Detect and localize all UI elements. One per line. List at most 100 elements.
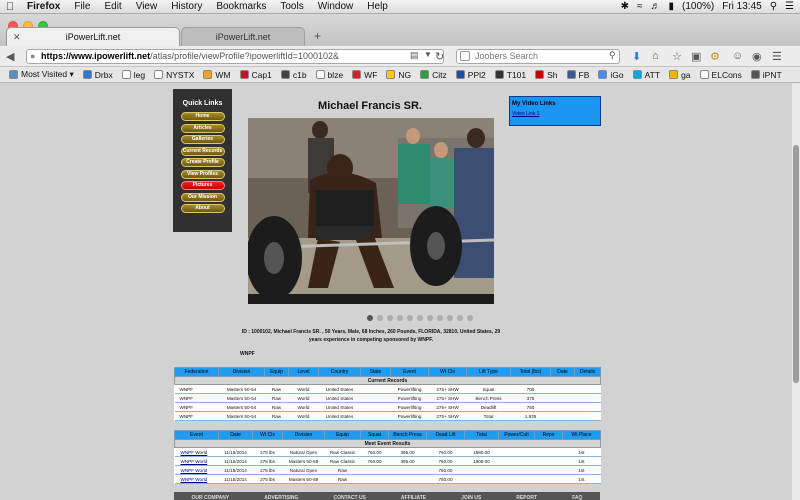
quick-link-button[interactable]: Articles	[180, 123, 225, 133]
quick-link-button[interactable]: Pictures	[180, 181, 225, 190]
column-header[interactable]: Details	[574, 367, 601, 377]
bookmark-item[interactable]: iGo	[598, 70, 624, 80]
menu-bookmarks[interactable]: Bookmarks	[209, 1, 273, 12]
bookmark-star-icon[interactable]: ☆	[672, 50, 682, 63]
column-header[interactable]: Total (lbs)	[510, 367, 551, 377]
event-link[interactable]: WNPF World	[174, 474, 219, 484]
column-header[interactable]: Division	[218, 367, 265, 377]
vertical-scrollbar[interactable]	[792, 83, 800, 500]
spotlight-icon[interactable]: ⚲	[770, 1, 777, 12]
apple-icon[interactable]: 	[0, 1, 20, 13]
footer-link[interactable]: ADVERTISING	[264, 495, 298, 500]
column-header[interactable]: Wt Place	[562, 430, 601, 440]
footer-link[interactable]: FAQ	[572, 495, 582, 500]
pocket-icon[interactable]: ◉	[752, 50, 762, 63]
bookmark-item[interactable]: PPl2	[455, 70, 486, 80]
menu-help[interactable]: Help	[360, 1, 395, 12]
back-icon[interactable]: ◀	[6, 50, 14, 63]
column-header[interactable]: Dead Lift	[426, 430, 465, 440]
event-link[interactable]: WNPF World	[174, 456, 219, 466]
close-tab-icon[interactable]: ✕	[13, 32, 21, 43]
quick-link-button[interactable]: Create Profile	[180, 158, 225, 167]
menu-tools[interactable]: Tools	[273, 1, 310, 12]
search-go-icon[interactable]: ⚲	[609, 50, 616, 61]
quick-link-button[interactable]: Current Records	[180, 146, 225, 156]
column-header[interactable]: Equip	[264, 367, 289, 377]
addon-gear-icon[interactable]: ⚙	[710, 50, 720, 63]
bookmarks-menu-icon[interactable]: ▣	[691, 50, 701, 63]
column-header[interactable]: Bench Press	[388, 430, 427, 440]
slider-dot[interactable]	[377, 315, 383, 321]
bookmark-item[interactable]: leg	[121, 70, 145, 80]
bookmark-item[interactable]: WM	[203, 70, 231, 80]
bookmark-item[interactable]: WF	[352, 70, 377, 80]
home-icon[interactable]: ⌂	[652, 50, 659, 62]
dropdown-icon[interactable]: ▼	[424, 50, 432, 59]
slider-dot[interactable]	[437, 315, 443, 321]
bookmark-item[interactable]: ATT	[632, 70, 660, 80]
reload-icon[interactable]: ↻	[435, 50, 444, 63]
column-header[interactable]: Event	[174, 430, 219, 440]
event-link[interactable]: WNPF World	[174, 465, 219, 475]
column-header[interactable]: Power/Cult	[498, 430, 535, 440]
column-header[interactable]: Date	[218, 430, 253, 440]
menu-file[interactable]: File	[67, 1, 97, 12]
menu-history[interactable]: History	[164, 1, 209, 12]
reader-icon[interactable]: ▤	[410, 50, 419, 61]
column-header[interactable]: Event	[390, 367, 429, 377]
quick-link-button[interactable]: About	[180, 204, 225, 213]
bookmark-item[interactable]: Drbx	[82, 70, 113, 80]
bookmark-item[interactable]: T101	[494, 70, 526, 80]
slider-dot[interactable]	[467, 315, 473, 321]
quick-link-button[interactable]: Home	[180, 112, 225, 121]
column-header[interactable]: Level	[288, 367, 319, 377]
menu-window[interactable]: Window	[311, 1, 361, 12]
bookmark-item[interactable]: Citz	[420, 70, 447, 80]
url-bar[interactable]: ● https://www.ipowerlift.net/atlas/profi…	[26, 49, 444, 64]
search-bar[interactable]: Joobers Search	[456, 49, 620, 64]
footer-link[interactable]: AFFILIATE	[401, 495, 426, 500]
column-header[interactable]: Wt Cls	[428, 367, 467, 377]
bookmark-item[interactable]: c1b	[280, 70, 307, 80]
bookmark-item[interactable]: Sh	[535, 70, 558, 80]
scrollbar-thumb[interactable]	[793, 145, 799, 383]
column-header[interactable]: Date	[550, 367, 575, 377]
footer-link[interactable]: OUR COMPANY	[192, 495, 230, 500]
bookmark-item[interactable]: blze	[315, 70, 343, 80]
bookmark-item[interactable]: Most Visited ▾	[9, 69, 74, 80]
menu-edit[interactable]: Edit	[97, 1, 128, 12]
menu-view[interactable]: View	[129, 1, 165, 12]
video-link-1[interactable]: Video Link 1	[512, 111, 598, 117]
slider-dot[interactable]	[397, 315, 403, 321]
profile-photo[interactable]	[248, 118, 494, 304]
event-link[interactable]: WNPF World	[174, 447, 219, 457]
menubar-clock[interactable]: Fri 13:45	[722, 1, 761, 12]
footer-link[interactable]: JOIN US	[461, 495, 481, 500]
bookmark-item[interactable]: Cap1	[239, 70, 272, 80]
volume-icon[interactable]: ♬	[650, 1, 660, 12]
quick-link-button[interactable]: View Profiles	[180, 169, 225, 179]
wifi-icon[interactable]: ≈	[637, 1, 643, 12]
quick-link-button[interactable]: Our Mission	[180, 192, 225, 202]
search-engine-icon[interactable]	[460, 51, 470, 61]
slider-dot[interactable]	[417, 315, 423, 321]
battery-icon[interactable]: ▮	[668, 1, 674, 12]
column-header[interactable]: Federation	[174, 367, 219, 377]
tab-inactive[interactable]: iPowerLift.net	[181, 27, 305, 46]
column-header[interactable]: State	[360, 367, 391, 377]
bookmark-item[interactable]: NG	[386, 70, 411, 80]
slider-dot[interactable]	[447, 315, 453, 321]
slider-dot[interactable]	[427, 315, 433, 321]
bookmark-item[interactable]: iPNT	[750, 70, 782, 80]
hamburger-menu-icon[interactable]: ☰	[772, 50, 782, 63]
bookmark-item[interactable]: ga	[669, 70, 691, 80]
new-tab-icon[interactable]: +	[314, 29, 321, 43]
column-header[interactable]: Lift Type	[466, 367, 511, 377]
tab-active[interactable]: ✕ iPowerLift.net	[6, 27, 180, 46]
column-header[interactable]: Wt Cls	[252, 430, 283, 440]
slider-dot[interactable]	[367, 315, 373, 321]
slider-dot[interactable]	[387, 315, 393, 321]
column-header[interactable]: Division	[282, 430, 325, 440]
notification-center-icon[interactable]: ☰	[785, 1, 794, 12]
slider-dot[interactable]	[407, 315, 413, 321]
